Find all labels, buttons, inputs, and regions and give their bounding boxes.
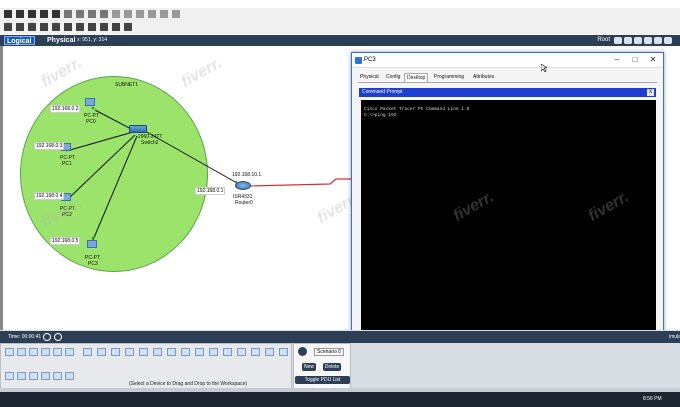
router-ip-left: 192.168.0.1	[195, 187, 226, 195]
switch-icon[interactable]	[129, 125, 147, 133]
switch-name: Switch2	[141, 140, 159, 146]
scenario-select[interactable]: Scenario 0	[314, 348, 344, 356]
pc0-device[interactable]	[85, 98, 95, 106]
device-model-icon[interactable]	[181, 348, 190, 356]
multiuser-category-icon[interactable]	[41, 372, 50, 380]
components-category-icon[interactable]	[5, 372, 14, 380]
delete-scenario-button[interactable]: Delete	[323, 363, 341, 371]
device-model-icon[interactable]	[237, 348, 246, 356]
maximize-icon[interactable]: □	[629, 55, 641, 65]
link-pc3-switch	[92, 135, 138, 241]
device-model-icon[interactable]	[265, 348, 274, 356]
connections-category-icon[interactable]	[53, 348, 62, 356]
device-model-icon[interactable]	[195, 348, 204, 356]
tab-desktop[interactable]: Desktop	[404, 73, 429, 82]
terminal-line: C:\>ping 192	[364, 113, 397, 118]
power-cycle-icon[interactable]	[43, 333, 51, 341]
pc1-name: PC1	[62, 161, 72, 167]
router-category-icon[interactable]	[5, 348, 14, 356]
wireless-category-icon[interactable]	[41, 348, 50, 356]
scenario-panel: Scenario 0 New Delete Toggle PDU List Wi…	[293, 343, 351, 391]
pc0-name: PC0	[86, 119, 96, 125]
link-pc2-switch	[69, 134, 136, 198]
tab-programming[interactable]: Programming	[432, 73, 466, 82]
os-taskbar: 8:56 PM	[0, 392, 680, 407]
device-model-icon[interactable]	[209, 348, 218, 356]
device-model-icon[interactable]	[83, 348, 92, 356]
device-model-icon[interactable]	[223, 348, 232, 356]
switch-category-icon[interactable]	[17, 348, 26, 356]
cmd-close-button[interactable]: X	[647, 89, 654, 96]
hub-category-icon[interactable]	[29, 348, 38, 356]
new-scenario-button[interactable]: New	[302, 363, 316, 371]
tab-attributes[interactable]: Attributes	[471, 73, 496, 82]
pc-icon	[87, 240, 97, 248]
end-devices-category-icon[interactable]	[65, 348, 74, 356]
command-prompt-bar: Command Prompt X	[359, 88, 656, 97]
app-icon	[355, 57, 362, 64]
wan-emulation-category-icon[interactable]	[17, 372, 26, 380]
tab-physical[interactable]: Physical	[358, 73, 381, 82]
command-prompt-title: Command Prompt	[362, 89, 403, 95]
device-model-icon[interactable]	[279, 348, 288, 356]
pc3-ip: 192.168.0.5	[50, 237, 81, 245]
pc1-ip: 192.168.0.3	[34, 142, 65, 150]
time-bar: Time: 00:00:41 imula	[0, 331, 680, 343]
realtime-label: imula	[669, 334, 680, 340]
device-model-icon[interactable]	[97, 348, 106, 356]
fast-forward-icon[interactable]	[54, 333, 62, 341]
close-icon[interactable]: ✕	[647, 55, 659, 65]
device-hint: (Select a Device to Drag and Drop to the…	[129, 381, 248, 387]
device-model-icon[interactable]	[139, 348, 148, 356]
link-pc1-switch	[69, 131, 134, 151]
pc2-ip: 192.168.0.4	[34, 192, 65, 200]
mouse-cursor-icon	[541, 64, 547, 72]
pc3-name: PC3	[88, 261, 98, 267]
device-model-icon[interactable]	[125, 348, 134, 356]
link-router-external	[247, 178, 351, 187]
router-ip-top: 192.168.10.1	[232, 172, 262, 178]
router-name: Router0	[235, 200, 253, 206]
device-palette: (Select a Device to Drag and Drop to the…	[0, 343, 292, 389]
pc3-title: PC3	[364, 57, 376, 63]
misc-category-icon[interactable]	[65, 372, 74, 380]
security-category-icon[interactable]	[53, 372, 62, 380]
router-icon[interactable]	[235, 181, 251, 190]
tab-config[interactable]: Config	[384, 73, 402, 82]
taskbar-clock: 8:56 PM	[643, 396, 662, 402]
link-pc0-switch	[94, 109, 134, 131]
minimize-icon[interactable]: –	[611, 55, 623, 65]
device-model-icon[interactable]	[251, 348, 260, 356]
device-model-icon[interactable]	[167, 348, 176, 356]
tab-divider	[358, 82, 657, 83]
device-model-icon[interactable]	[153, 348, 162, 356]
scenario-icon	[298, 347, 307, 356]
device-model-icon[interactable]	[111, 348, 120, 356]
pc3-device[interactable]	[87, 240, 97, 248]
pc3-title-bar[interactable]: PC3 – □ ✕	[352, 53, 663, 68]
time-label: Time: 00:00:41	[8, 334, 42, 340]
pc-icon	[85, 98, 95, 106]
toggle-pdu-list-button[interactable]: Toggle PDU List Window	[295, 376, 350, 391]
custom-devices-category-icon[interactable]	[29, 372, 38, 380]
pc0-ip: 192.168.0.2	[50, 105, 81, 113]
